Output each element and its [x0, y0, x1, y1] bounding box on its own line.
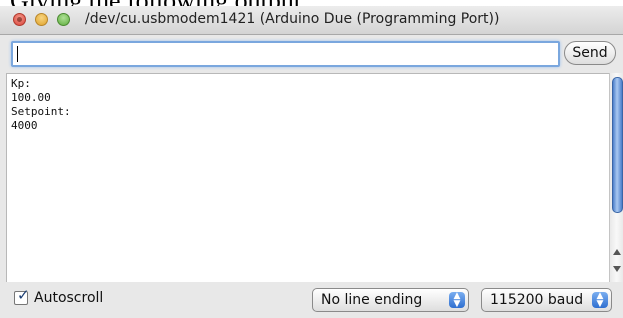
send-row: Send: [0, 35, 623, 73]
scrollbar-thumb[interactable]: [612, 77, 623, 213]
output-line: Kp:: [11, 77, 31, 90]
vertical-scrollbar[interactable]: [609, 73, 623, 282]
bottom-bar: ✓ Autoscroll No line ending ▲ ▼ 115200 ba…: [0, 282, 623, 318]
zoom-window-button[interactable]: [57, 13, 70, 26]
serial-monitor-window: /dev/cu.usbmodem1421 (Arduino Due (Progr…: [0, 6, 623, 318]
line-ending-select[interactable]: No line ending ▲ ▼: [312, 288, 469, 312]
title-bar[interactable]: /dev/cu.usbmodem1421 (Arduino Due (Progr…: [0, 6, 623, 35]
output-line: 4000: [11, 119, 38, 132]
line-ending-value: No line ending: [321, 292, 423, 308]
scroll-down-arrow-icon[interactable]: [613, 266, 621, 272]
send-button[interactable]: Send: [564, 41, 616, 65]
output-lines: Kp: 100.00 Setpoint: 4000: [11, 77, 71, 133]
select-stepper-icon: ▲ ▼: [449, 292, 465, 309]
serial-output-area[interactable]: Kp: 100.00 Setpoint: 4000: [6, 73, 610, 284]
scroll-up-arrow-icon[interactable]: [613, 249, 621, 255]
window-title: /dev/cu.usbmodem1421 (Arduino Due (Progr…: [85, 11, 500, 27]
select-stepper-icon: ▲ ▼: [592, 292, 608, 309]
text-caret: [17, 46, 18, 62]
checkmark-icon: ✓: [17, 286, 30, 304]
minimize-window-button[interactable]: [35, 13, 48, 26]
close-window-button[interactable]: [13, 13, 26, 26]
baud-rate-value: 115200 baud: [490, 292, 584, 308]
autoscroll-checkbox[interactable]: ✓: [14, 286, 30, 305]
output-line: 100.00: [11, 91, 51, 104]
autoscroll-label: Autoscroll: [34, 290, 104, 306]
close-icon: [17, 17, 22, 22]
serial-input-field[interactable]: [11, 41, 560, 67]
baud-rate-select[interactable]: 115200 baud ▲ ▼: [481, 288, 612, 312]
output-line: Setpoint:: [11, 105, 71, 118]
